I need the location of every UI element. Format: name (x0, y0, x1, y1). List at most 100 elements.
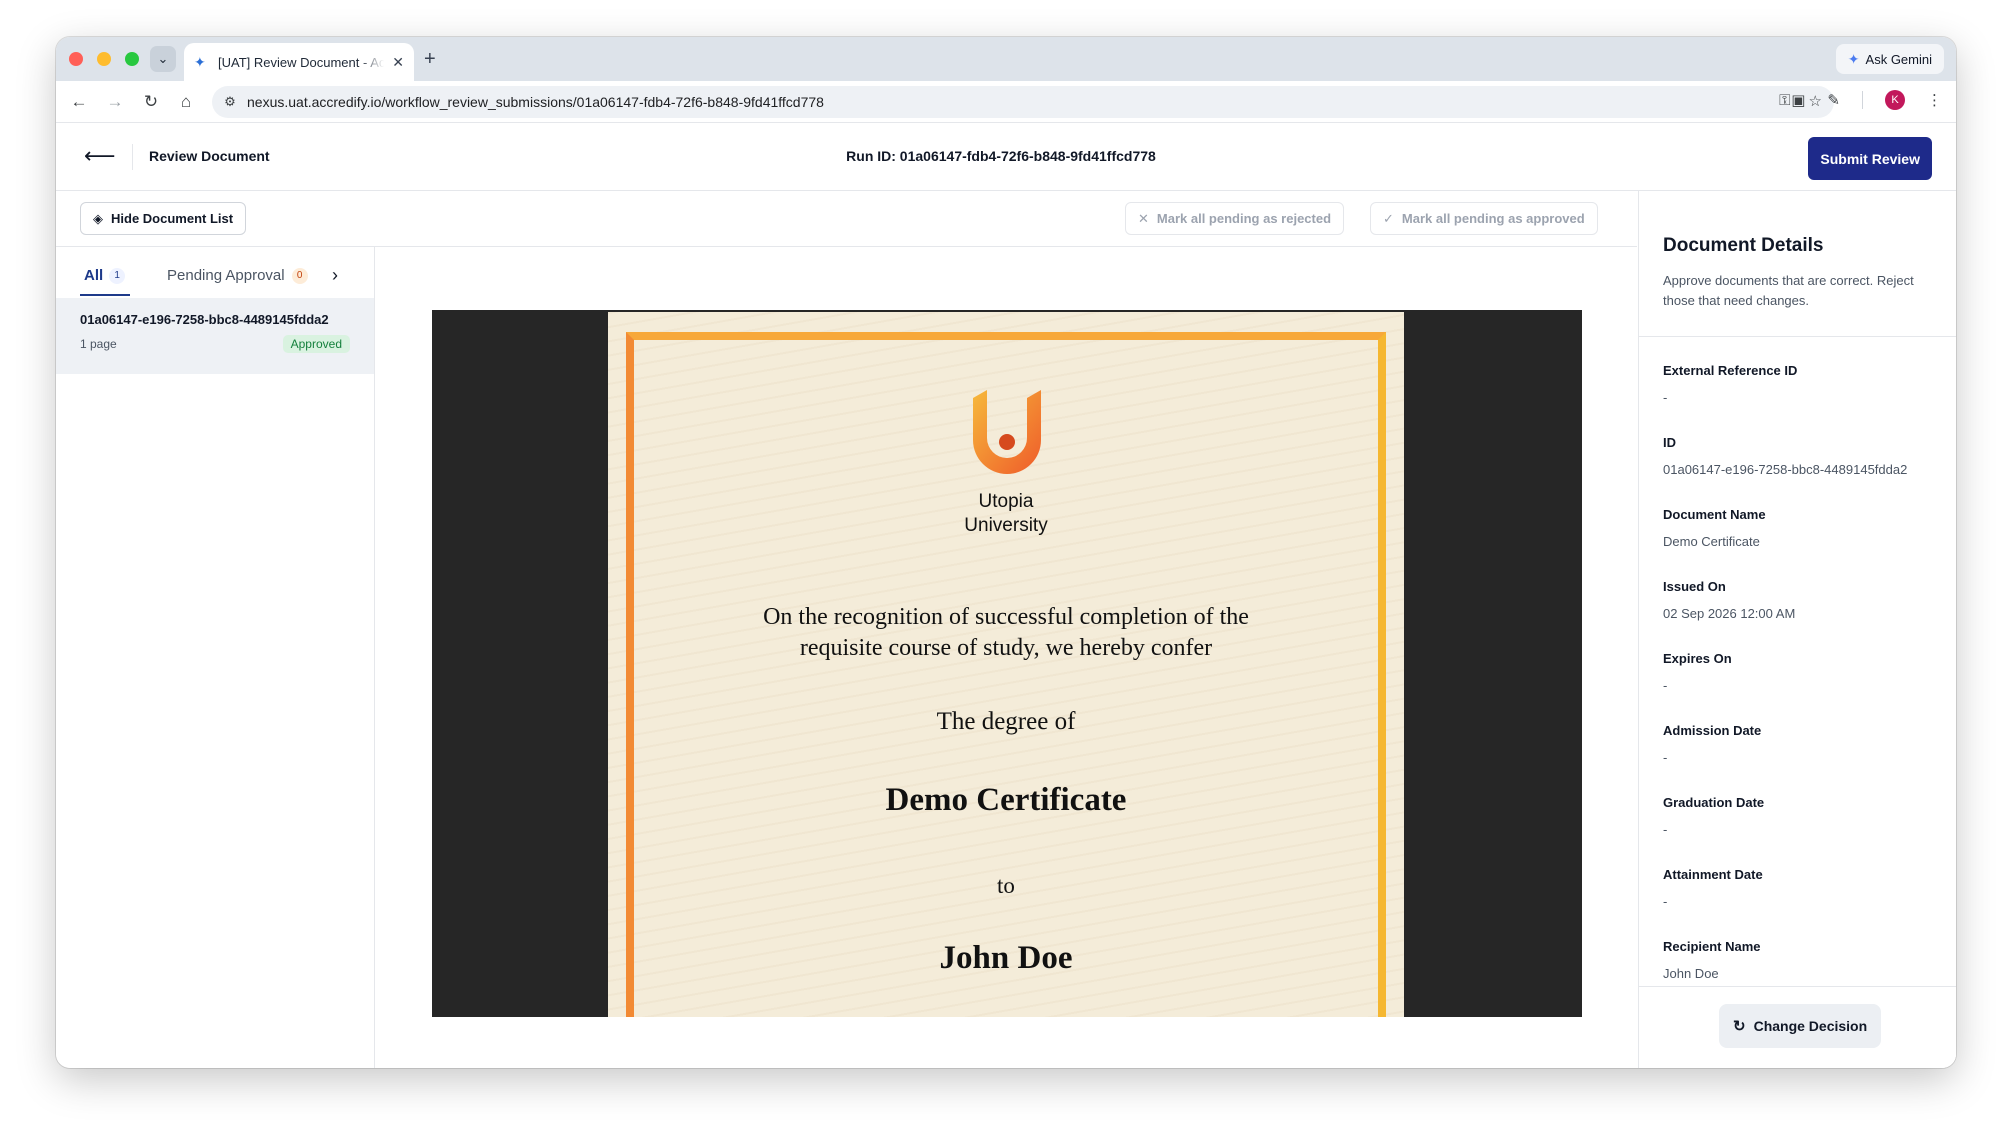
mark-all-rejected-label: Mark all pending as rejected (1156, 211, 1332, 226)
details-title: Document Details (1663, 235, 1824, 256)
site-info-icon[interactable]: ⚙ (219, 91, 241, 113)
field-expires-on: Expires On - (1663, 651, 1943, 723)
back-icon[interactable]: ← (66, 89, 92, 115)
tab-pending-label: Pending Approval (167, 267, 285, 284)
status-badge: Approved (282, 335, 350, 353)
eye-off-icon: ◈ (93, 210, 103, 226)
check-icon: ✓ (1383, 210, 1394, 226)
hide-document-list-label: Hide Document List (111, 211, 234, 226)
tab-all[interactable]: All 1 (84, 267, 126, 284)
browser-tab-active[interactable]: ✦ [UAT] Review Document - Accredify ✕ (184, 43, 414, 81)
field-value: - (1663, 678, 1668, 693)
tab-title: [UAT] Review Document - Accredify (218, 54, 385, 70)
tab-search-icon[interactable]: ⌄ (150, 46, 176, 72)
close-icon[interactable]: ✕ (392, 54, 404, 71)
university-name: Utopia University (608, 490, 1404, 538)
address-bar[interactable]: ⚙ nexus.uat.accredify.io/workflow_review… (212, 86, 1834, 118)
browser-tab-bar: ⌄ ✦ [UAT] Review Document - Accredify ✕ … (56, 37, 1956, 81)
page-header: ⟵ Review Document Run ID: 01a06147-fdb4-… (56, 123, 1956, 191)
field-value: Demo Certificate (1663, 534, 1760, 549)
minimize-window-button[interactable] (97, 52, 111, 66)
app-content: ⟵ Review Document Run ID: 01a06147-fdb4-… (56, 123, 1956, 1068)
forward-icon[interactable]: → (102, 89, 128, 115)
extensions-icon[interactable]: ✎ (1827, 91, 1840, 109)
screenshot-icon[interactable]: ▣ (1791, 91, 1805, 109)
password-key-icon[interactable]: ⚿ (1779, 92, 1790, 110)
field-issued-on: Issued On 02 Sep 2026 12:00 AM (1663, 579, 1943, 651)
university-name-line1: Utopia (978, 491, 1034, 512)
hide-document-list-button[interactable]: ◈ Hide Document List (80, 202, 247, 235)
tab-pending-approval[interactable]: Pending Approval 0 (167, 267, 308, 284)
toolbar-divider (1862, 91, 1863, 109)
refresh-icon: ↻ (1733, 1018, 1746, 1035)
mark-all-rejected-button[interactable]: ✕ Mark all pending as rejected (1125, 202, 1345, 235)
document-details-panel: Document Details Approve documents that … (1638, 191, 1956, 1068)
university-name-line2: University (964, 515, 1048, 536)
x-icon: ✕ (1138, 210, 1149, 226)
field-admission-date: Admission Date - (1663, 723, 1943, 795)
details-footer: ↻ Change Decision (1639, 986, 1956, 1068)
field-value: - (1663, 822, 1668, 837)
certificate-body-line2: requisite course of study, we hereby con… (799, 635, 1213, 661)
field-label: Graduation Date (1663, 795, 1765, 810)
field-attainment-date: Attainment Date - (1663, 867, 1943, 939)
profile-avatar[interactable]: K (1885, 90, 1905, 110)
run-id: Run ID: 01a06147-fdb4-72f6-b848-9fd41ffc… (846, 148, 1156, 164)
tab-pending-count: 0 (291, 267, 308, 284)
field-label: External Reference ID (1663, 363, 1798, 378)
field-label: Admission Date (1663, 723, 1762, 738)
reload-icon[interactable]: ↻ (138, 89, 164, 115)
field-value: - (1663, 750, 1668, 765)
gemini-sparkle-icon: ✦ (1847, 50, 1860, 67)
chevron-right-icon[interactable]: › (332, 265, 338, 286)
certificate-body-line1: On the recognition of successful complet… (763, 604, 1249, 630)
document-filter-tabs: All 1 Pending Approval 0 › (56, 247, 374, 297)
close-window-button[interactable] (69, 52, 83, 66)
maximize-window-button[interactable] (125, 52, 139, 66)
action-bar: ◈ Hide Document List ✕ Mark all pending … (56, 191, 1637, 247)
details-description: Approve documents that are correct. Reje… (1663, 273, 1914, 308)
submit-review-button[interactable]: Submit Review (1808, 137, 1932, 180)
field-value: - (1663, 390, 1668, 405)
document-viewer[interactable]: Utopia University On the recognition of … (432, 310, 1582, 1017)
field-graduation-date: Graduation Date - (1663, 795, 1943, 867)
list-item[interactable]: 01a06147-e196-7258-bbc8-4489145fdda2 1 p… (56, 298, 374, 374)
field-document-name: Document Name Demo Certificate (1663, 507, 1943, 579)
ask-gemini-button[interactable]: ✦ Ask Gemini (1835, 44, 1944, 74)
document-id: 01a06147-e196-7258-bbc8-4489145fdda2 (80, 312, 329, 327)
details-fields: External Reference ID - ID 01a06147-e196… (1663, 363, 1943, 1011)
active-tab-indicator (80, 294, 130, 296)
field-label: Attainment Date (1663, 867, 1763, 882)
field-value: John Doe (1663, 966, 1719, 981)
field-label: ID (1663, 435, 1676, 450)
url-text[interactable]: nexus.uat.accredify.io/workflow_review_s… (247, 94, 824, 110)
certificate-page: Utopia University On the recognition of … (608, 312, 1404, 1017)
field-label: Expires On (1663, 651, 1732, 666)
plus-icon[interactable]: + (424, 47, 436, 71)
field-label: Document Name (1663, 507, 1766, 522)
mark-all-approved-label: Mark all pending as approved (1401, 211, 1585, 226)
accredify-favicon-icon: ✦ (194, 54, 206, 70)
mark-all-approved-button[interactable]: ✓ Mark all pending as approved (1370, 202, 1598, 235)
certificate-body: On the recognition of successful complet… (668, 602, 1344, 664)
more-icon[interactable]: ⋮ (1927, 91, 1942, 109)
certificate-degree-intro: The degree of (936, 708, 1076, 735)
browser-window: ⌄ ✦ [UAT] Review Document - Accredify ✕ … (56, 37, 1956, 1068)
document-list-sidebar: All 1 Pending Approval 0 › 01a06147-e196… (56, 247, 375, 1068)
page-count: 1 page (80, 337, 117, 351)
ask-gemini-label: Ask Gemini (1865, 51, 1932, 67)
tab-all-count: 1 (109, 267, 126, 284)
change-decision-label: Change Decision (1753, 1018, 1868, 1034)
certificate-recipient: John Doe (939, 940, 1073, 976)
field-value: 02 Sep 2026 12:00 AM (1663, 606, 1796, 621)
field-value: - (1663, 894, 1668, 909)
change-decision-button[interactable]: ↻ Change Decision (1719, 1004, 1882, 1048)
university-logo (973, 390, 1041, 474)
field-label: Recipient Name (1663, 939, 1761, 954)
certificate-title: Demo Certificate (885, 782, 1127, 818)
browser-toolbar: ← → ↻ ⌂ ⚙ nexus.uat.accredify.io/workflo… (56, 81, 1956, 123)
tab-all-label: All (84, 267, 104, 284)
field-external-reference-id: External Reference ID - (1663, 363, 1943, 435)
certificate-to: to (997, 873, 1015, 898)
home-icon[interactable]: ⌂ (173, 89, 199, 115)
